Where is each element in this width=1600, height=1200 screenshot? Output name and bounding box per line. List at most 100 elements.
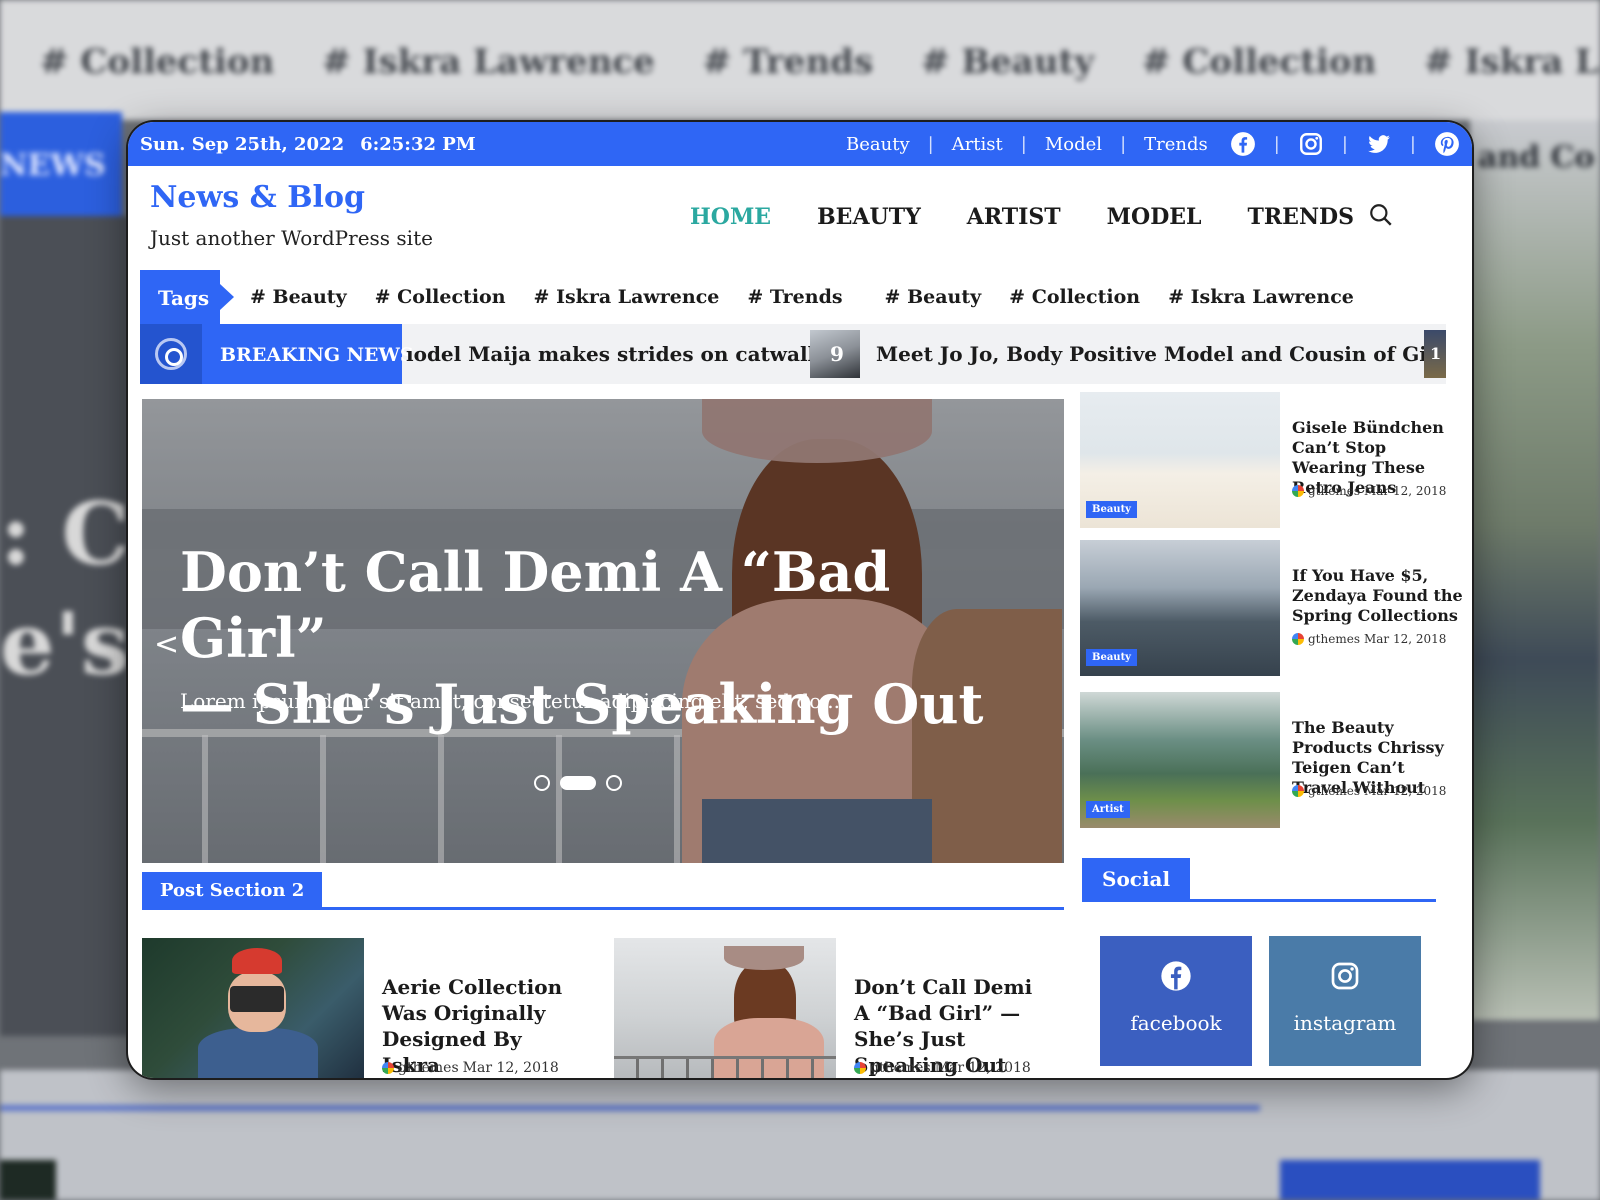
thumbnail-number: 9 — [830, 342, 844, 366]
slider-prev-arrow[interactable]: < — [154, 627, 179, 662]
post-author[interactable]: gthemes — [1308, 484, 1360, 498]
backdrop-line — [0, 1105, 1260, 1111]
author-avatar-icon — [1292, 633, 1304, 645]
post-date: Mar 12, 2018 — [1363, 632, 1447, 646]
backdrop-tag: # Collection — [1142, 42, 1377, 82]
separator: | — [1020, 133, 1027, 155]
facebook-button[interactable]: facebook — [1100, 936, 1252, 1066]
slider-dot[interactable] — [606, 775, 622, 791]
social-widget-title: Social — [1082, 858, 1191, 900]
breaking-news-item[interactable]: ıodel Maija makes strides on catwalk — [406, 342, 821, 366]
post-meta: gthemes Mar 12, 2018 — [854, 1060, 1031, 1076]
category-badge[interactable]: Beauty — [1086, 649, 1137, 666]
top-social-icons: | | | — [1230, 131, 1460, 157]
twitter-icon[interactable] — [1366, 131, 1392, 157]
tag-link[interactable]: # Beauty — [885, 286, 982, 308]
slide-title-line1: Don’t Call Demi A “Bad Girl” — [180, 540, 891, 670]
category-badge[interactable]: Beauty — [1086, 501, 1137, 518]
backdrop-tag: # Iskra Lawrence — [322, 42, 655, 82]
backdrop-tag: # Collection — [40, 42, 275, 82]
post-date: Mar 12, 2018 — [1363, 484, 1447, 498]
tag-link[interactable]: # Iskra Lawrence — [1168, 286, 1354, 308]
social-button-label: facebook — [1130, 1011, 1222, 1035]
site-tagline: Just another WordPress site — [150, 226, 433, 250]
slider-dot[interactable] — [534, 775, 550, 791]
main-nav: HOME BEAUTY ARTIST MODEL TRENDS — [690, 204, 1354, 230]
nav-beauty[interactable]: BEAUTY — [817, 204, 921, 230]
post-thumbnail[interactable]: Beauty — [1080, 392, 1280, 528]
category-badge[interactable]: Artist — [1086, 801, 1130, 818]
post-thumbnail[interactable]: Beauty — [1080, 540, 1280, 676]
side-post[interactable]: Beauty Gisele Bündchen Can’t Stop Wearin… — [1080, 392, 1460, 532]
separator: | — [1341, 133, 1348, 155]
post-author[interactable]: gthemes — [1308, 632, 1360, 646]
top-link-artist[interactable]: Artist — [952, 134, 1003, 155]
post-meta: gthemes Mar 12, 2018 — [382, 1060, 559, 1076]
backdrop-news-label: NEWS — [0, 112, 122, 216]
post-thumbnail[interactable] — [614, 938, 836, 1078]
thumbnail-number: 1 — [1430, 344, 1442, 363]
instagram-icon — [1331, 962, 1359, 990]
tag-link[interactable]: # Collection — [375, 286, 506, 308]
facebook-icon[interactable] — [1230, 131, 1256, 157]
backdrop-block — [1280, 1160, 1540, 1200]
pinterest-icon[interactable] — [1434, 131, 1460, 157]
backdrop-tags: # Collection # Iskra Lawrence # Trends #… — [40, 42, 1600, 82]
tag-link[interactable]: # Collection — [1009, 286, 1140, 308]
instagram-button[interactable]: instagram — [1269, 936, 1421, 1066]
post-author[interactable]: gthemes — [398, 1060, 459, 1076]
top-links: Beauty | Artist | Model | Trends | | | — [846, 131, 1460, 157]
side-post[interactable]: Beauty If You Have $5, Zendaya Found the… — [1080, 540, 1463, 680]
backdrop-right-text: and Co — [1478, 140, 1595, 175]
top-link-trends[interactable]: Trends — [1144, 134, 1208, 155]
breaking-news-thumbnail[interactable]: 9 — [810, 330, 860, 378]
slider-dot-active[interactable] — [560, 776, 596, 790]
section-post[interactable]: Aerie Collection Was Originally Designed… — [142, 938, 602, 1078]
slider-dots — [534, 775, 622, 791]
post-author[interactable]: gthemes — [1308, 784, 1360, 798]
author-avatar-icon — [382, 1062, 394, 1074]
nav-artist[interactable]: ARTIST — [967, 204, 1061, 230]
top-bar: Sun. Sep 25th, 2022 6:25:32 PM Beauty | … — [128, 122, 1472, 166]
nav-home[interactable]: HOME — [690, 204, 771, 230]
breaking-news-item[interactable]: Meet Jo Jo, Body Positive Model and Cous… — [876, 342, 1446, 366]
nav-model[interactable]: MODEL — [1107, 204, 1202, 230]
top-link-model[interactable]: Model — [1045, 134, 1102, 155]
backdrop-tag: # Beauty — [921, 42, 1095, 82]
breaking-news-icon[interactable] — [140, 324, 202, 384]
tag-link[interactable]: # Iskra Lawrence — [534, 286, 720, 308]
instagram-icon[interactable] — [1298, 131, 1324, 157]
section-post[interactable]: Don’t Call Demi A “Bad Girl” — She’s Jus… — [614, 938, 1074, 1078]
site-title[interactable]: News & Blog — [150, 180, 365, 215]
search-icon[interactable] — [1368, 202, 1394, 228]
separator: | — [1409, 133, 1416, 155]
post-thumbnail[interactable]: Artist — [1080, 692, 1280, 828]
breaking-news-thumbnail[interactable]: 1 — [1424, 330, 1446, 378]
tag-link[interactable]: # Beauty — [250, 286, 347, 308]
section-title: Post Section 2 — [142, 872, 323, 909]
tag-link[interactable]: # Trends — [747, 286, 842, 308]
post-thumbnail[interactable] — [142, 938, 364, 1078]
tags-label: Tags — [140, 270, 234, 324]
social-widget-header: Social — [1082, 858, 1436, 902]
section-header: Post Section 2 — [142, 872, 1064, 910]
post-author[interactable]: gthemes — [870, 1060, 931, 1076]
separator: | — [927, 133, 934, 155]
post-date: Mar 12, 2018 — [462, 1060, 559, 1076]
post-title[interactable]: If You Have $5, Zendaya Found the Spring… — [1292, 566, 1464, 626]
social-button-label: instagram — [1293, 1011, 1397, 1035]
featured-slider[interactable]: Don’t Call Demi A “Bad Girl” — She’s Just… — [142, 399, 1064, 863]
top-link-beauty[interactable]: Beauty — [846, 134, 910, 155]
side-post[interactable]: Artist The Beauty Products Chrissy Teige… — [1080, 692, 1460, 832]
slide-excerpt: Lorem ipsum dolor sit amet, consectetur … — [180, 689, 840, 713]
post-meta: gthemes Mar 12, 2018 — [1292, 784, 1446, 798]
tags-list: # Beauty # Collection # Iskra Lawrence #… — [250, 286, 1354, 308]
backdrop-block-dark — [0, 1160, 56, 1200]
nav-trends[interactable]: TRENDS — [1248, 204, 1355, 230]
post-meta: gthemes Mar 12, 2018 — [1292, 632, 1446, 646]
current-date: Sun. Sep 25th, 2022 — [140, 133, 345, 155]
facebook-icon — [1161, 961, 1191, 991]
author-avatar-icon — [1292, 785, 1304, 797]
backdrop-right-panel — [1470, 120, 1600, 1020]
current-time: 6:25:32 PM — [360, 133, 476, 155]
